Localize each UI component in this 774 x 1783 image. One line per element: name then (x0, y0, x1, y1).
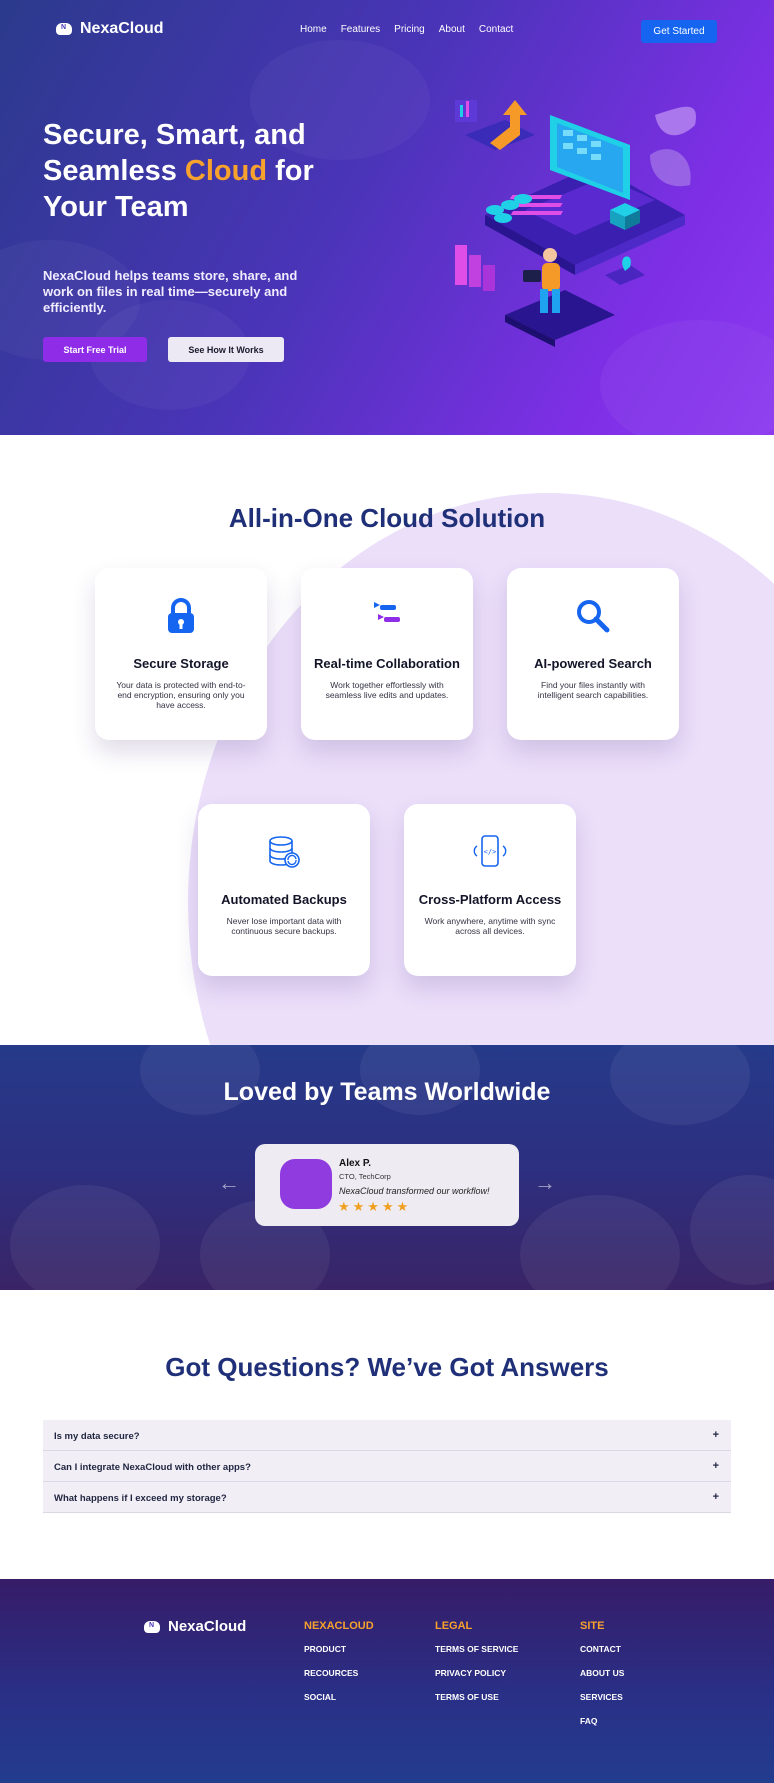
plus-icon[interactable]: + (713, 1429, 719, 1441)
plus-icon[interactable]: + (713, 1460, 719, 1472)
footer-heading: LEGAL (435, 1620, 473, 1632)
brand-name: NexaCloud (168, 1618, 247, 1635)
faq-title: Got Questions? We’ve Got Answers (165, 1352, 609, 1382)
feature-description: Work anywhere, anytime with sync across … (424, 916, 556, 936)
isometric-workspace-illustration (455, 100, 696, 347)
feature-description: Your data is protected with end-to-end e… (116, 680, 246, 710)
nav-link-features[interactable]: Features (341, 24, 380, 35)
feature-card-automated-backups[interactable]: Automated Backups Never lose important d… (198, 804, 370, 976)
hero-subtitle: NexaCloud helps teams store, share, and … (43, 268, 298, 315)
testimonial-role: CTO, TechCorp (339, 1172, 391, 1181)
background-cloud (520, 1195, 680, 1290)
next-arrow-icon[interactable]: → (534, 1170, 556, 1196)
star-rating-icon: ★★★★★ (338, 1199, 412, 1214)
nav-link-home[interactable]: Home (300, 24, 327, 35)
footer-column-nexacloud: NEXACLOUD PRODUCT RECOURCES SOCIAL (304, 1620, 374, 1716)
cloud-logo-icon: N (56, 23, 72, 35)
faq-item[interactable]: What happens if I exceed my storage? + (43, 1482, 731, 1513)
feature-title: Real-time Collaboration (314, 656, 460, 671)
hero-title-accent: Cloud (184, 155, 268, 187)
footer-link-privacy-policy[interactable]: PRIVACY POLICY (435, 1668, 518, 1678)
nav-link-pricing[interactable]: Pricing (394, 24, 425, 35)
testimonial-quote: NexaCloud transformed our workflow! (339, 1186, 490, 1196)
collaboration-icon (301, 598, 473, 638)
feature-title: Secure Storage (133, 656, 229, 671)
footer-column-legal: LEGAL TERMS OF SERVICE PRIVACY POLICY TE… (435, 1620, 518, 1716)
get-started-button[interactable]: Get Started (641, 20, 717, 43)
avatar (280, 1159, 332, 1209)
testimonials-title: Loved by Teams Worldwide (223, 1078, 551, 1106)
footer-link-about-us[interactable]: ABOUT US (580, 1668, 624, 1678)
testimonials-section: Loved by Teams Worldwide ← → Alex P. CTO… (0, 1045, 774, 1290)
start-free-trial-button[interactable]: Start Free Trial (43, 337, 147, 362)
brand-name: NexaCloud (80, 20, 164, 37)
feature-card-ai-search[interactable]: AI-powered Search Find your files instan… (507, 568, 679, 740)
search-icon (507, 598, 679, 638)
feature-title: Cross-Platform Access (418, 892, 562, 907)
svg-text:</>: </> (484, 848, 497, 856)
feature-description: Find your files instantly with intellige… (537, 680, 649, 700)
features-section: All-in-One Cloud Solution Secure Storage… (0, 435, 774, 1045)
footer-link-terms-of-service[interactable]: TERMS OF SERVICE (435, 1644, 518, 1654)
faq-item[interactable]: Is my data secure? + (43, 1420, 731, 1451)
cloud-logo-icon: N (144, 1620, 160, 1633)
testimonial-name: Alex P. (339, 1158, 372, 1169)
faq-question: Is my data secure? (54, 1431, 140, 1442)
footer-logo[interactable]: N NexaCloud (144, 1618, 246, 1635)
footer: N NexaCloud NEXACLOUD PRODUCT RECOURCES … (0, 1579, 774, 1783)
footer-link-terms-of-use[interactable]: TERMS OF USE (435, 1692, 518, 1702)
feature-card-secure-storage[interactable]: Secure Storage Your data is protected wi… (95, 568, 267, 740)
footer-link-product[interactable]: PRODUCT (304, 1644, 374, 1654)
faq-item[interactable]: Can I integrate NexaCloud with other app… (43, 1451, 731, 1482)
features-title: All-in-One Cloud Solution (228, 503, 546, 533)
database-backup-icon (198, 834, 370, 874)
feature-description: Never lose important data with continuou… (226, 916, 342, 936)
background-cloud (690, 1175, 774, 1285)
feature-title: Automated Backups (221, 892, 347, 907)
faq-list: Is my data secure? + Can I integrate Nex… (43, 1420, 731, 1513)
nav-link-contact[interactable]: Contact (479, 24, 513, 35)
nav-link-about[interactable]: About (439, 24, 465, 35)
nav-links: Home Features Pricing About Contact (300, 24, 513, 35)
feature-title: AI-powered Search (534, 656, 652, 671)
hero-section: N NexaCloud Home Features Pricing About … (0, 0, 774, 435)
faq-section: Got Questions? We’ve Got Answers Is my d… (0, 1290, 774, 1579)
footer-link-resources[interactable]: RECOURCES (304, 1668, 374, 1678)
footer-heading: SITE (580, 1620, 605, 1632)
feature-card-cross-platform[interactable]: </> Cross-Platform Access Work anywhere,… (404, 804, 576, 976)
footer-link-contact[interactable]: CONTACT (580, 1644, 624, 1654)
background-cloud (10, 1185, 160, 1290)
previous-arrow-icon[interactable]: ← (218, 1170, 240, 1196)
feature-description: Work together effortlessly with seamless… (325, 680, 449, 700)
footer-column-site: SITE CONTACT ABOUT US SERVICES FAQ (580, 1620, 624, 1740)
brand-logo[interactable]: N NexaCloud (56, 20, 164, 38)
faq-question: What happens if I exceed my storage? (54, 1493, 227, 1504)
footer-link-services[interactable]: SERVICES (580, 1692, 624, 1702)
top-navigation: N NexaCloud Home Features Pricing About … (0, 20, 774, 44)
plus-icon[interactable]: + (713, 1491, 719, 1503)
testimonial-card: Alex P. CTO, TechCorp NexaCloud transfor… (255, 1144, 519, 1226)
hero-title: Secure, Smart, and Seamless Cloud for Yo… (43, 117, 363, 225)
faq-question: Can I integrate NexaCloud with other app… (54, 1462, 251, 1473)
see-how-it-works-button[interactable]: See How It Works (168, 337, 284, 362)
footer-heading: NEXACLOUD (304, 1620, 374, 1632)
lock-icon (95, 598, 267, 638)
feature-card-realtime-collaboration[interactable]: Real-time Collaboration Work together ef… (301, 568, 473, 740)
footer-link-social[interactable]: SOCIAL (304, 1692, 374, 1702)
footer-link-faq[interactable]: FAQ (580, 1716, 624, 1726)
device-sync-icon: </> (404, 834, 576, 874)
